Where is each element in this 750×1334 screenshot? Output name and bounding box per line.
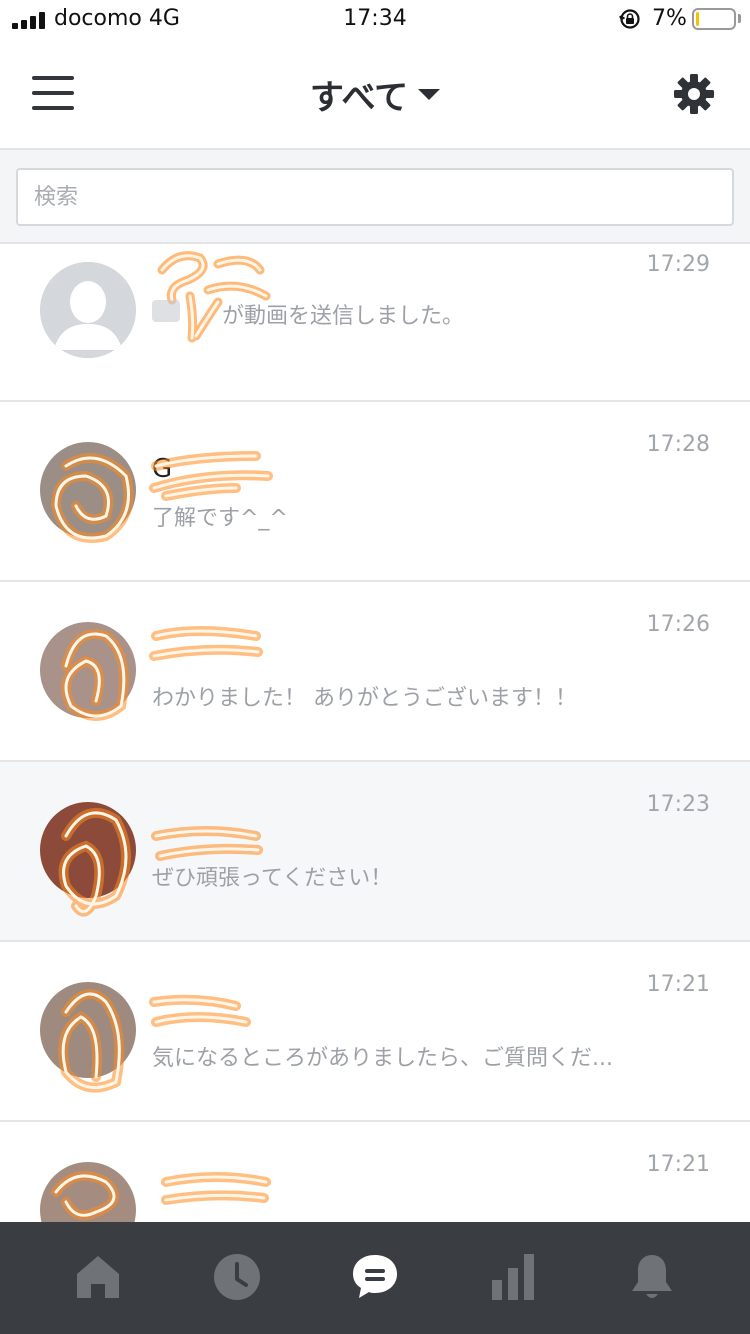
chat-time: 17:23 — [646, 792, 710, 817]
app-header: すべて — [0, 40, 750, 150]
chat-row[interactable]: が動画を送信しました。 17:29 — [0, 244, 750, 402]
search-input[interactable] — [16, 168, 734, 226]
chat-time: 17:29 — [646, 252, 710, 277]
redaction-scribble — [157, 251, 271, 343]
chat-time: 17:26 — [646, 612, 710, 637]
chat-time: 17:28 — [646, 432, 710, 457]
tab-chats[interactable] — [300, 1222, 450, 1334]
chat-time: 17:21 — [646, 1152, 710, 1177]
redaction-blur — [152, 300, 180, 322]
chat-row[interactable]: わかりました！ ありがとうございます！！ 17:26 — [0, 582, 750, 762]
tab-notifications[interactable] — [577, 1222, 727, 1334]
redaction-scribble — [51, 1170, 271, 1221]
chat-row[interactable]: 気になるところがありましたら、ご質問くだ... 17:21 — [0, 942, 750, 1122]
tab-history[interactable] — [162, 1222, 312, 1334]
chat-list[interactable]: が動画を送信しました。 17:29 G 了解です^_^ 17:28 わかりました… — [0, 244, 750, 1222]
redaction-scribble — [58, 989, 251, 1093]
chat-row[interactable]: G 了解です^_^ 17:28 — [0, 402, 750, 582]
chat-bubble-icon — [353, 1255, 397, 1298]
gear-icon[interactable] — [672, 72, 716, 116]
redaction-scribble — [61, 626, 263, 721]
status-bar: docomo 4G 17:34 7% — [0, 0, 750, 40]
battery-fill — [696, 12, 699, 26]
tab-stats[interactable] — [438, 1222, 588, 1334]
battery-percent: 7% — [652, 6, 687, 31]
chat-row[interactable]: ぜひ頑張ってください！ 17:23 — [0, 762, 750, 942]
bar-chart-icon — [492, 1254, 534, 1300]
battery-tip — [738, 14, 741, 23]
chat-row[interactable]: 17:21 — [0, 1122, 750, 1222]
default-person-icon — [40, 262, 136, 358]
filter-dropdown[interactable]: すべて — [0, 70, 750, 119]
bell-icon — [632, 1255, 672, 1298]
redaction-scribble — [50, 451, 273, 543]
rotation-lock-icon — [619, 9, 640, 29]
bottom-tab-bar — [0, 1222, 750, 1334]
tab-home[interactable] — [23, 1222, 173, 1334]
page-title: すべて — [309, 78, 409, 118]
battery-icon — [692, 8, 736, 30]
search-bar — [0, 150, 750, 244]
home-icon — [77, 1256, 119, 1298]
clock-icon — [214, 1254, 260, 1300]
caret-down-icon — [418, 89, 441, 100]
chat-time: 17:21 — [646, 972, 710, 997]
redaction-scribble — [58, 807, 263, 917]
